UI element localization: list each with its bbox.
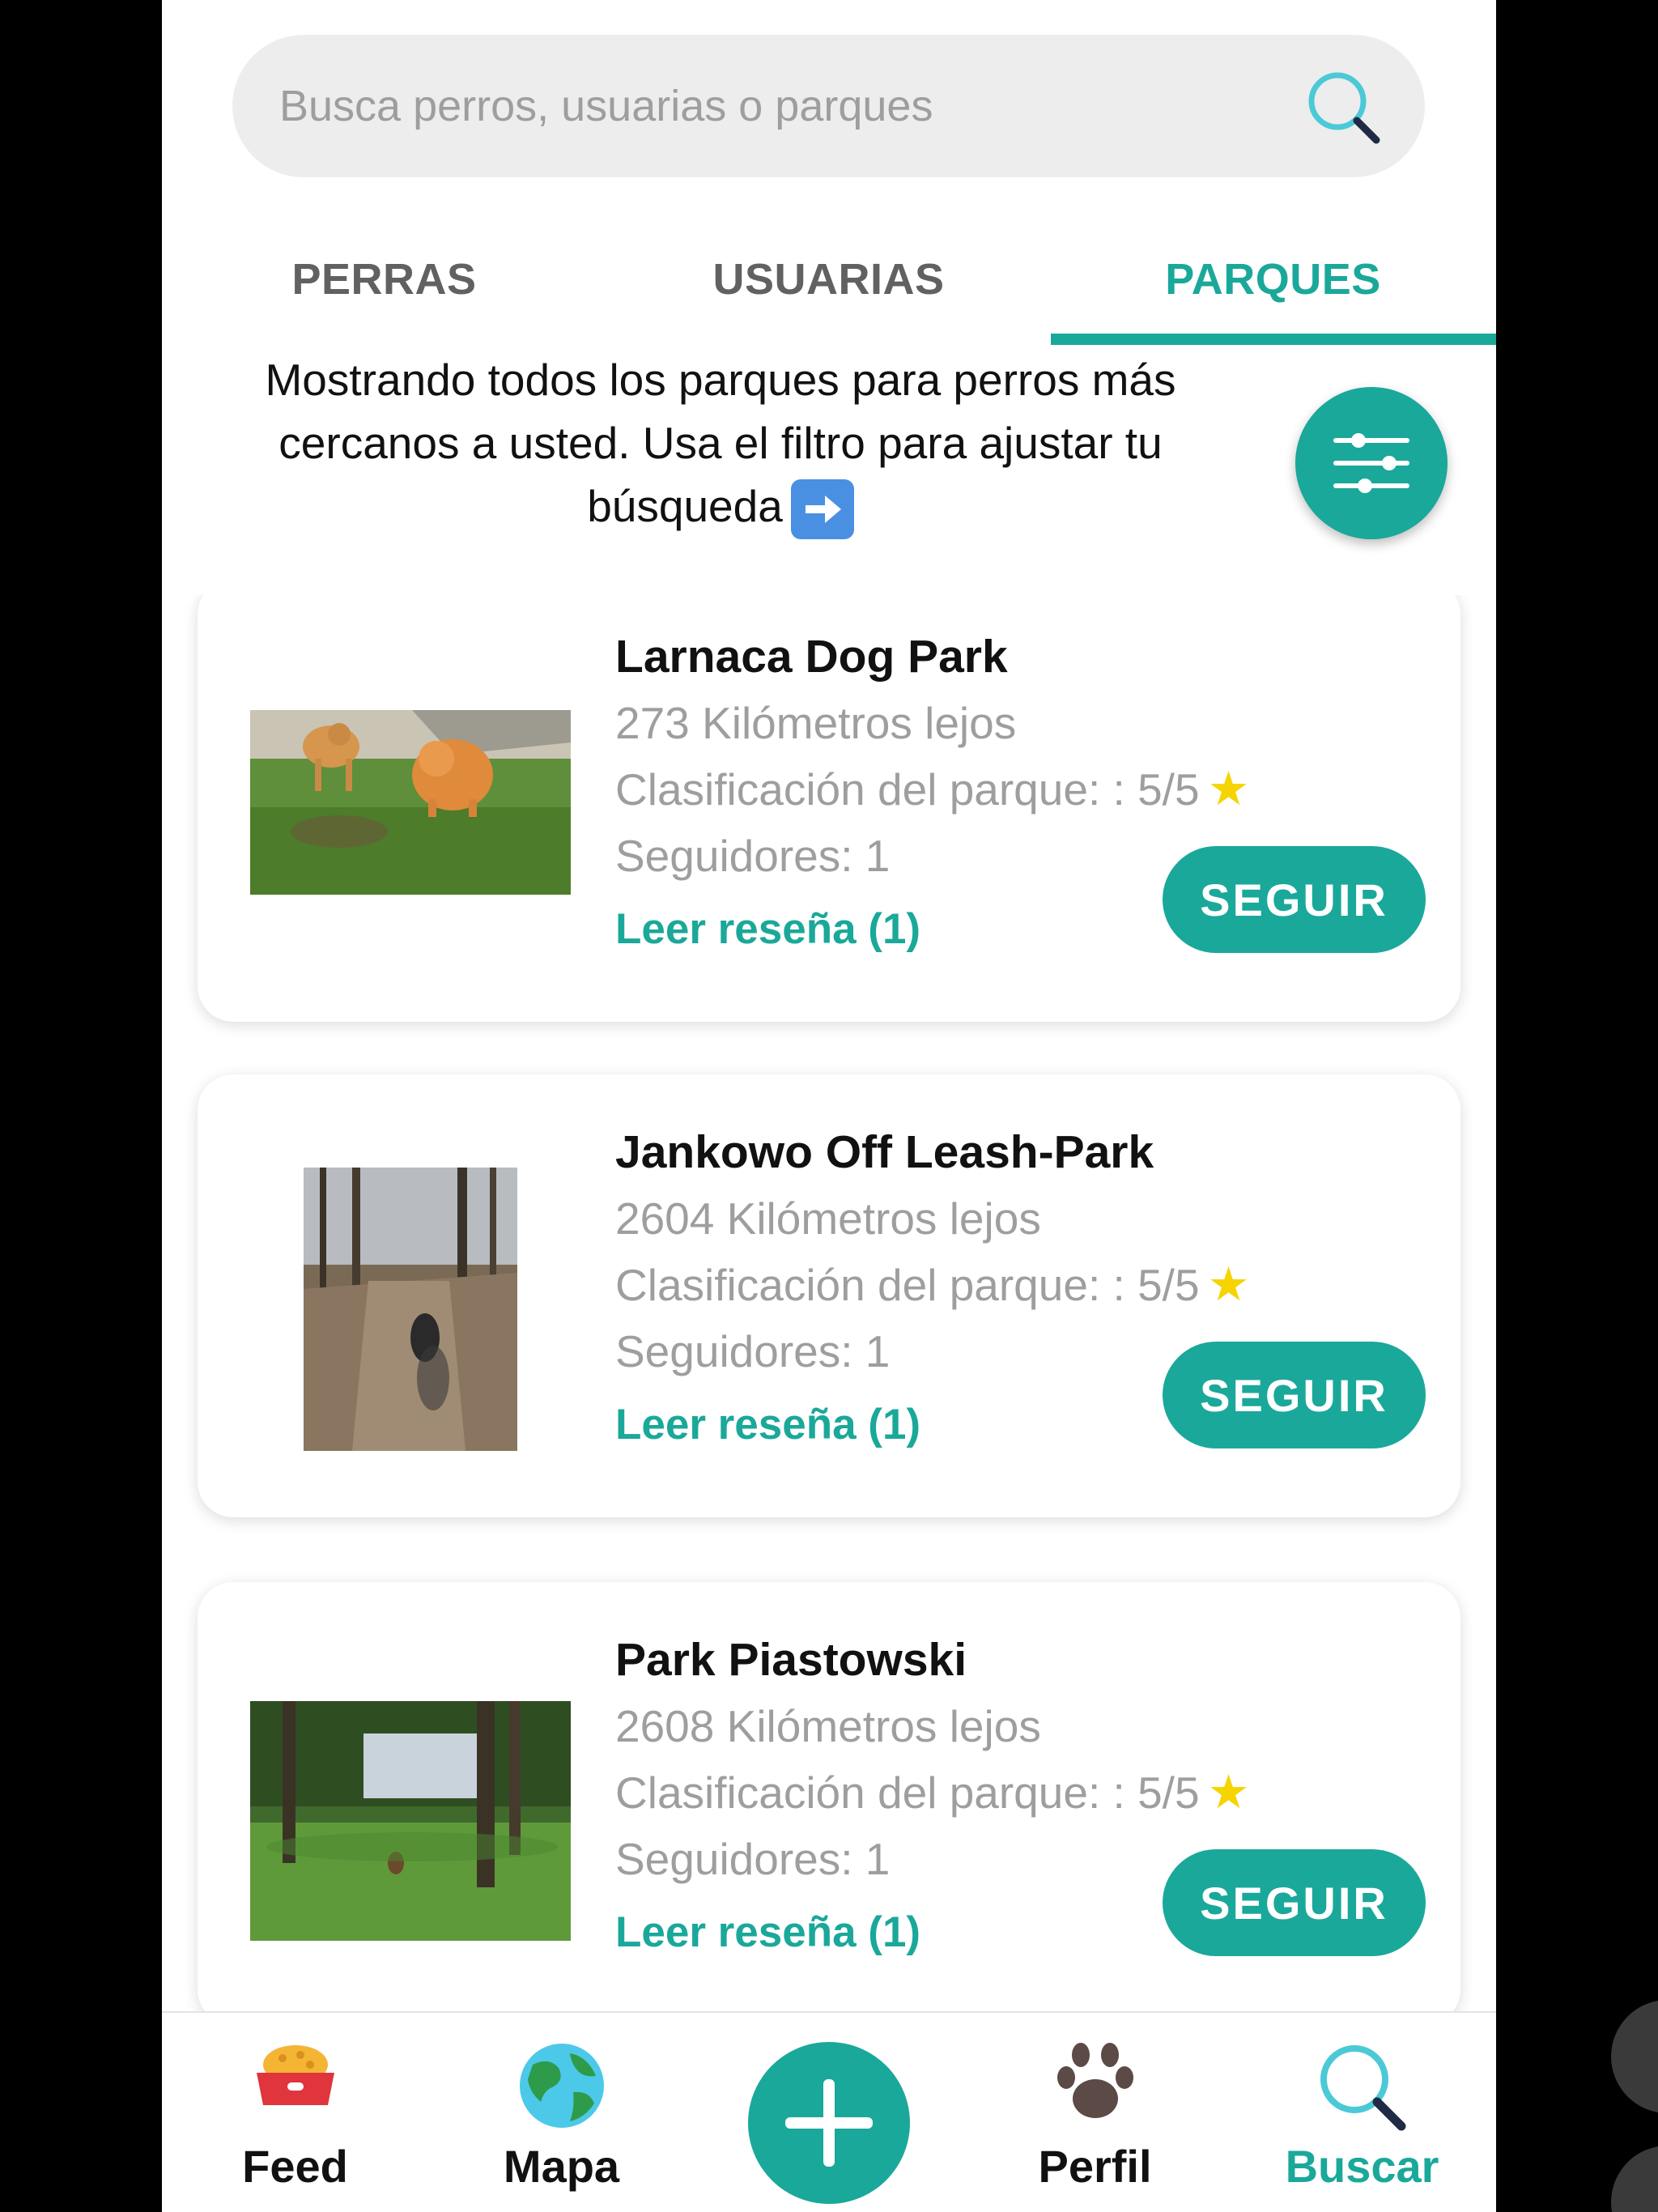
park-name: Larnaca Dog Park bbox=[615, 631, 1008, 683]
park-name: Jankowo Off Leash-Park bbox=[615, 1126, 1154, 1178]
app-screen: PERRAS USUARIAS PARQUES Mostrando todos … bbox=[162, 0, 1496, 2212]
park-card[interactable]: Park Piastowski 2608 Kilómetros lejos Cl… bbox=[198, 1582, 1460, 2012]
globe-icon bbox=[519, 2044, 604, 2128]
park-followers: Seguidores: 1 bbox=[615, 1834, 891, 1884]
park-card[interactable]: Jankowo Off Leash-Park 2604 Kilómetros l… bbox=[198, 1074, 1460, 1517]
tab-bar: PERRAS USUARIAS PARQUES bbox=[162, 219, 1496, 348]
info-line-3-row: búsqueda bbox=[186, 474, 1255, 540]
read-review-link[interactable]: Leer reseña (1) bbox=[615, 889, 1250, 970]
add-button[interactable] bbox=[748, 2042, 910, 2204]
info-line-3: búsqueda bbox=[587, 481, 783, 531]
search-icon[interactable] bbox=[1305, 69, 1383, 147]
search-bar[interactable] bbox=[232, 35, 1425, 177]
park-rating-row: Clasificación del parque: : 5/5 ★ bbox=[615, 1252, 1250, 1318]
park-info: Larnaca Dog Park 273 Kilómetros lejos Cl… bbox=[615, 623, 1250, 970]
follow-button[interactable]: SEGUIR bbox=[1163, 846, 1426, 953]
park-photo bbox=[250, 710, 571, 895]
park-distance: 2608 Kilómetros lejos bbox=[615, 1701, 1041, 1751]
tab-indicator bbox=[1051, 334, 1496, 345]
paw-icon bbox=[1056, 2043, 1133, 2118]
star-icon: ★ bbox=[1207, 763, 1250, 815]
read-review-link[interactable]: Leer reseña (1) bbox=[615, 1385, 1250, 1465]
search-input[interactable] bbox=[279, 81, 1251, 131]
star-icon: ★ bbox=[1207, 1766, 1250, 1819]
search-icon bbox=[1320, 2045, 1405, 2131]
park-rating: Clasificación del parque: : 5/5 bbox=[615, 1260, 1200, 1310]
tab-parques[interactable]: PARQUES bbox=[1051, 219, 1495, 340]
bottom-nav: Feed Mapa Perfil Buscar bbox=[162, 2011, 1496, 2212]
info-line-2: cercanos a usted. Usa el filtro para aju… bbox=[278, 418, 1163, 468]
info-text: Mostrando todos los parques para perros … bbox=[186, 348, 1255, 540]
info-line-1: Mostrando todos los parques para perros … bbox=[265, 355, 1176, 405]
park-followers: Seguidores: 1 bbox=[615, 831, 891, 881]
park-list[interactable]: Larnaca Dog Park 273 Kilómetros lejos Cl… bbox=[162, 595, 1496, 2012]
nav-profile-label: Perfil bbox=[1038, 2141, 1152, 2192]
nav-profile[interactable]: Perfil bbox=[962, 2013, 1228, 2212]
park-distance: 2604 Kilómetros lejos bbox=[615, 1193, 1041, 1244]
sliders-icon bbox=[1333, 433, 1409, 493]
park-rating: Clasificación del parque: : 5/5 bbox=[615, 764, 1200, 815]
park-rating: Clasificación del parque: : 5/5 bbox=[615, 1767, 1200, 1818]
nav-feed[interactable]: Feed bbox=[162, 2013, 428, 2212]
star-icon: ★ bbox=[1207, 1258, 1250, 1311]
park-photo bbox=[304, 1168, 517, 1451]
park-info: Jankowo Off Leash-Park 2604 Kilómetros l… bbox=[615, 1119, 1250, 1465]
filter-button[interactable] bbox=[1295, 387, 1448, 539]
floating-rotate-button[interactable] bbox=[1611, 2000, 1658, 2113]
tab-perras[interactable]: PERRAS bbox=[162, 219, 606, 340]
park-card[interactable]: Larnaca Dog Park 273 Kilómetros lejos Cl… bbox=[198, 595, 1460, 1022]
park-photo bbox=[250, 1701, 571, 1941]
floating-collapse-button[interactable] bbox=[1611, 2146, 1658, 2212]
dog-bowl-icon bbox=[256, 2045, 334, 2105]
read-review-link[interactable]: Leer reseña (1) bbox=[615, 1892, 1250, 1973]
nav-map-label: Mapa bbox=[503, 2141, 620, 2192]
nav-search[interactable]: Buscar bbox=[1229, 2013, 1495, 2212]
park-rating-row: Clasificación del parque: : 5/5 ★ bbox=[615, 756, 1250, 823]
park-name: Park Piastowski bbox=[615, 1634, 967, 1686]
park-distance: 273 Kilómetros lejos bbox=[615, 698, 1017, 748]
nav-search-label: Buscar bbox=[1285, 2141, 1439, 2192]
arrow-right-icon bbox=[790, 479, 854, 540]
nav-feed-label: Feed bbox=[242, 2141, 348, 2192]
park-followers: Seguidores: 1 bbox=[615, 1326, 891, 1376]
follow-button[interactable]: SEGUIR bbox=[1163, 1849, 1426, 1956]
tab-usuarias[interactable]: USUARIAS bbox=[606, 219, 1051, 340]
nav-map[interactable]: Mapa bbox=[428, 2013, 695, 2212]
follow-button[interactable]: SEGUIR bbox=[1163, 1342, 1426, 1448]
park-rating-row: Clasificación del parque: : 5/5 ★ bbox=[615, 1759, 1250, 1826]
park-info: Park Piastowski 2608 Kilómetros lejos Cl… bbox=[615, 1627, 1250, 1973]
